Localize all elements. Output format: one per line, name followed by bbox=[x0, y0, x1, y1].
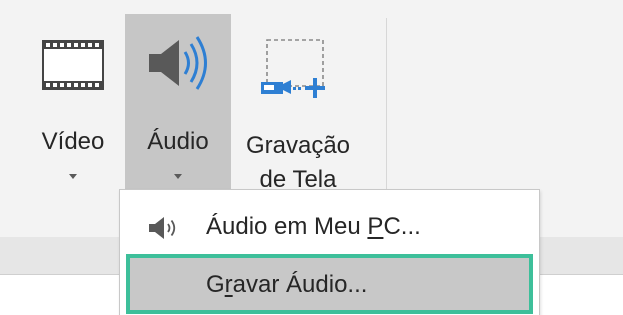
video-button[interactable]: Vídeo bbox=[24, 14, 122, 190]
screen-recording-label-line1: Gravação bbox=[245, 132, 351, 159]
chevron-down-icon bbox=[174, 174, 182, 179]
group-separator bbox=[386, 18, 387, 208]
screen-recording-button[interactable]: Gravação de Tela bbox=[231, 14, 365, 193]
audio-button-label: Áudio bbox=[147, 128, 209, 155]
video-button-label: Vídeo bbox=[41, 128, 105, 155]
chevron-down-icon bbox=[69, 174, 77, 179]
menu-item-label: Áudio em Meu PC... bbox=[206, 213, 421, 240]
menu-item-label: Gravar Áudio... bbox=[206, 271, 368, 298]
audio-button[interactable]: Áudio bbox=[125, 14, 231, 190]
menu-item-record-audio[interactable]: Gravar Áudio... bbox=[126, 254, 533, 314]
audio-dropdown-menu: Áudio em Meu PC... Gravar Áudio... bbox=[119, 189, 540, 315]
film-strip-icon bbox=[24, 28, 122, 98]
screen-recording-icon bbox=[231, 28, 365, 98]
speaker-icon bbox=[146, 215, 182, 241]
menu-item-audio-on-my-pc[interactable]: Áudio em Meu PC... bbox=[126, 202, 533, 254]
speaker-icon bbox=[125, 28, 231, 98]
